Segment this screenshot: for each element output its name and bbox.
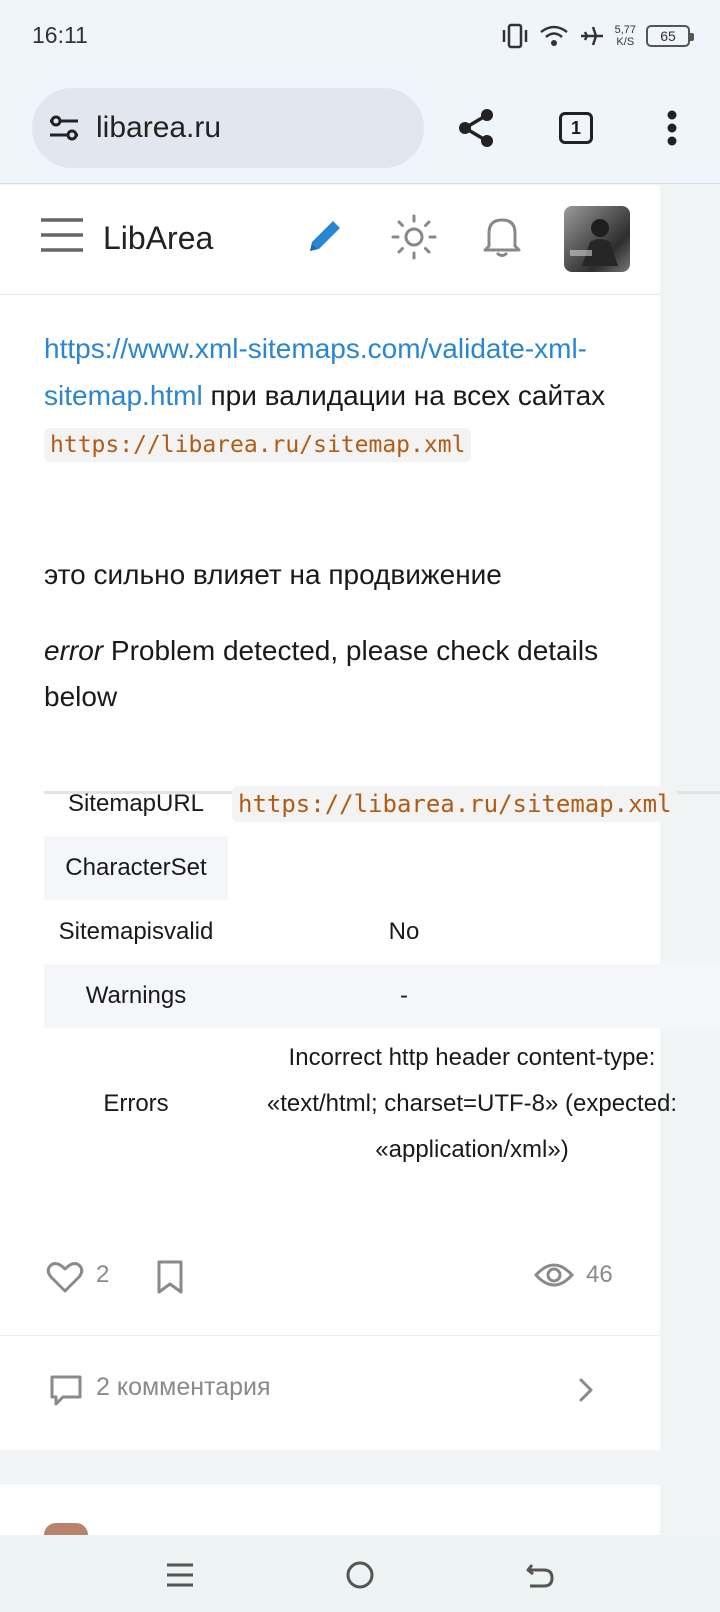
bell-icon xyxy=(483,218,521,257)
table-row: Sitemapisvalid No xyxy=(44,900,720,964)
comment-icon xyxy=(50,1375,82,1406)
table-cell-label: Warnings xyxy=(85,982,187,1009)
hamburger-button[interactable] xyxy=(40,215,84,255)
table-cell-label: Sitemapisvalid xyxy=(58,918,214,945)
like-count: 2 xyxy=(96,1261,110,1288)
table-cell-label: SitemapURL xyxy=(67,790,205,817)
home-button[interactable] xyxy=(338,1553,382,1597)
tune-icon[interactable] xyxy=(48,114,80,142)
views-indicator xyxy=(534,1261,574,1289)
bookmark-button[interactable] xyxy=(154,1258,186,1296)
share-icon xyxy=(459,109,493,147)
table-cell-label: CharacterSet xyxy=(44,836,228,900)
comment-icon-wrap xyxy=(48,1372,84,1408)
table-cell-value: - xyxy=(400,982,408,1009)
browser-toolbar: libarea.ru 1 xyxy=(0,72,720,184)
edit-button[interactable] xyxy=(303,214,347,258)
comments-count-label: 2 комментария xyxy=(96,1373,271,1401)
back-icon xyxy=(526,1564,554,1588)
comments-link[interactable]: 2 комментария xyxy=(0,1335,660,1450)
table-cell-value: https://libarea.ru/sitemap.xml xyxy=(228,785,720,822)
user-avatar[interactable] xyxy=(564,206,630,272)
back-button[interactable] xyxy=(518,1553,562,1597)
web-page: LibArea https://www.xml-sitemaps.com/val… xyxy=(0,185,720,1450)
promo-paragraph: это сильно влияет на продвижение xyxy=(44,559,502,590)
table-cell-value: Incorrect http header content-type: «tex… xyxy=(266,1044,678,1163)
view-count: 46 xyxy=(586,1261,613,1288)
table-row: Warnings - xyxy=(44,964,720,1028)
table-row: Errors Incorrect http header content-typ… xyxy=(44,1028,720,1180)
notifications-button[interactable] xyxy=(479,213,525,259)
table-row: CharacterSet xyxy=(44,836,720,900)
like-button[interactable] xyxy=(46,1259,84,1295)
vibrate-icon xyxy=(502,23,527,49)
address-bar[interactable]: libarea.ru xyxy=(32,88,424,168)
next-post-avatar xyxy=(44,1523,88,1535)
status-time: 16:11 xyxy=(32,22,88,48)
eye-icon xyxy=(534,1263,574,1287)
hamburger-icon xyxy=(41,218,83,252)
avatar-photo xyxy=(570,219,618,266)
wifi-icon xyxy=(539,25,568,46)
network-speed: 5,77 K/S xyxy=(614,24,636,48)
heart-icon xyxy=(46,1262,84,1293)
status-icons: 5,77 K/S 65 xyxy=(501,20,694,52)
home-circle-icon xyxy=(346,1561,374,1589)
error-message: Problem detected, please check details b… xyxy=(44,635,599,712)
sitemap-url-code: https://libarea.ru/sitemap.xml xyxy=(232,785,678,822)
recent-apps-icon xyxy=(167,1563,193,1587)
table-row: SitemapURL https://libarea.ru/sitemap.xm… xyxy=(44,772,720,836)
recent-apps-button[interactable] xyxy=(158,1553,202,1597)
post-actions: 2 46 xyxy=(0,1235,660,1307)
site-logo[interactable]: LibArea xyxy=(103,220,213,257)
error-label: error xyxy=(44,635,104,666)
site-header: LibArea xyxy=(0,185,660,295)
system-navigation-bar xyxy=(0,1535,720,1612)
status-bar: 16:11 5,77 K/S 65 xyxy=(0,0,720,72)
chevron-right-icon xyxy=(579,1378,593,1402)
chevron-wrap xyxy=(576,1376,596,1404)
theme-toggle-button[interactable] xyxy=(390,213,438,261)
table-cell-value: No xyxy=(388,918,420,945)
tab-count: 1 xyxy=(559,112,593,144)
error-paragraph: error Problem detected, please check det… xyxy=(44,628,624,720)
table-cell-label: Errors xyxy=(103,1090,169,1117)
url-text[interactable]: libarea.ru xyxy=(96,111,221,145)
tab-switcher-button[interactable]: 1 xyxy=(550,102,602,154)
battery-indicator: 65 xyxy=(646,25,694,47)
bookmark-icon xyxy=(157,1260,183,1294)
inline-code-url: https://libarea.ru/sitemap.xml xyxy=(44,428,472,462)
airplane-icon xyxy=(580,26,603,46)
pencil-icon xyxy=(310,221,340,251)
browser-menu-button[interactable] xyxy=(646,102,698,154)
share-button[interactable] xyxy=(450,102,502,154)
post-body: https://www.xml-sitemaps.com/validate-xm… xyxy=(44,325,624,469)
more-vert-icon xyxy=(667,110,677,146)
next-post-card[interactable] xyxy=(0,1485,660,1535)
sun-icon xyxy=(391,214,437,260)
post-text: при валидации на всех сайтах xyxy=(202,380,606,411)
